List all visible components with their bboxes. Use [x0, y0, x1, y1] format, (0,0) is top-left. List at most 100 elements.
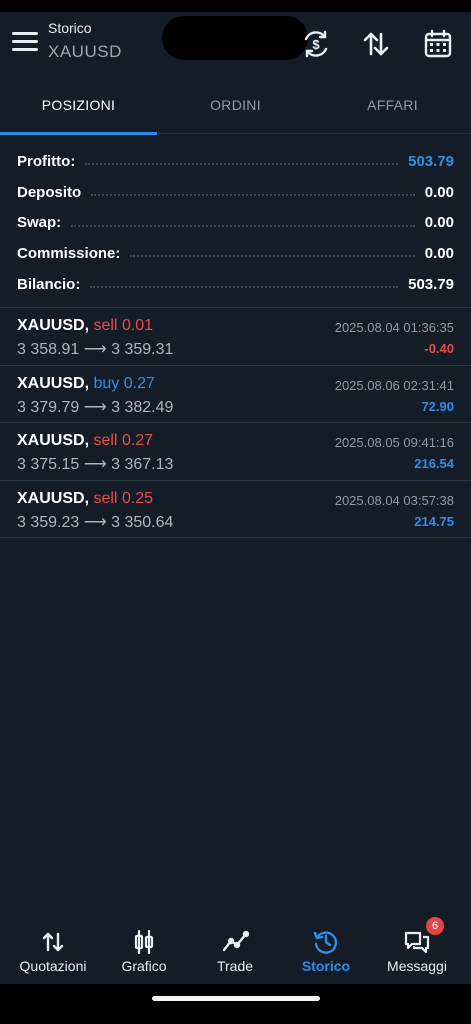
trade-row[interactable]: XAUUSD, sell 0.25 3 359.23 ⟶ 3 350.64 20… [0, 481, 471, 538]
tab-label: AFFARI [367, 97, 418, 113]
trade-symbol: XAUUSD, [17, 374, 90, 392]
summary-row-bilancio: Bilancio: 503.79 [0, 269, 471, 300]
trade-list: XAUUSD, sell 0.01 3 358.91 ⟶ 3 359.31 20… [0, 308, 471, 538]
summary-row-commissione: Commissione: 0.00 [0, 238, 471, 269]
trade-volume: 0.25 [121, 489, 154, 507]
open-price: 3 358.91 [17, 341, 80, 358]
trend-line-icon [221, 928, 250, 956]
trade-symbol: XAUUSD, [17, 432, 90, 449]
currency-exchange-icon[interactable]: $ [300, 28, 332, 60]
trade-side: sell [93, 432, 118, 449]
home-indicator[interactable] [152, 996, 320, 1001]
tab-affari[interactable]: AFFARI [314, 88, 471, 134]
nav-label: Quotazioni [19, 958, 87, 974]
hamburger-menu-icon[interactable] [12, 32, 38, 54]
tab-label: POSIZIONI [41, 97, 116, 113]
nav-quotazioni[interactable]: Quotazioni [6, 912, 100, 984]
trade-datetime: 2025.08.04 01:36:35 [334, 320, 454, 335]
trade-datetime: 2025.08.04 03:57:38 [334, 492, 454, 508]
tab-ordini[interactable]: ORDINI [157, 88, 314, 134]
trade-row[interactable]: XAUUSD, buy 0.27 3 379.79 ⟶ 3 382.49 202… [0, 366, 471, 423]
trade-profit: 72.90 [421, 398, 454, 414]
arrow-right-icon: ⟶ [83, 398, 107, 416]
open-price: 3 379.79 [17, 398, 80, 416]
summary-row-profitto: Profitto: 503.79 [0, 146, 471, 177]
dotted-leader [71, 224, 415, 227]
up-down-arrows-icon [39, 928, 67, 956]
summary-value: 0.00 [424, 183, 454, 201]
candlestick-icon [130, 928, 158, 956]
trade-title: XAUUSD, buy 0.27 [17, 375, 155, 393]
trade-prices: 3 358.91 ⟶ 3 359.31 [17, 339, 173, 359]
history-tabs: POSIZIONI ORDINI AFFARI [0, 88, 471, 135]
calendar-icon[interactable] [422, 28, 454, 60]
summary-label: Deposito [17, 183, 82, 201]
section-title: Storico [48, 20, 92, 36]
trade-title: XAUUSD, sell 0.01 [17, 317, 153, 335]
history-icon [312, 928, 340, 956]
dotted-leader [130, 255, 415, 258]
trade-profit: 214.75 [414, 513, 454, 529]
summary-label: Swap: [17, 214, 62, 232]
account-summary: Profitto: 503.79 Deposito 0.00 Swap: 0.0… [0, 146, 471, 299]
trade-prices: 3 379.79 ⟶ 3 382.49 [17, 397, 173, 417]
trade-symbol: XAUUSD, [17, 317, 90, 334]
tab-label: ORDINI [210, 97, 261, 113]
trade-datetime: 2025.08.06 02:31:41 [334, 377, 454, 393]
trade-datetime: 2025.08.05 09:41:16 [334, 435, 454, 450]
nav-messaggi[interactable]: 6 Messaggi [370, 912, 464, 984]
nav-trade[interactable]: Trade [188, 912, 282, 984]
nav-label: Storico [301, 958, 351, 974]
summary-label: Bilancio: [17, 275, 81, 293]
arrow-right-icon: ⟶ [83, 341, 107, 358]
dotted-leader [85, 163, 399, 166]
arrow-right-icon: ⟶ [83, 456, 107, 473]
camera-notch [162, 16, 308, 60]
trade-prices: 3 359.23 ⟶ 3 350.64 [17, 512, 173, 532]
summary-value: 0.00 [424, 244, 454, 262]
summary-value: 503.79 [408, 275, 454, 293]
nav-label: Grafico [121, 958, 167, 974]
close-price: 3 350.64 [111, 513, 174, 531]
nav-label: Trade [216, 958, 254, 974]
trade-volume: 0.27 [121, 432, 154, 449]
open-price: 3 359.23 [17, 513, 80, 531]
app-screen: Storico XAUUSD $ POSIZIONI ORDINI AFFARI… [0, 0, 471, 1024]
trade-title: XAUUSD, sell 0.27 [17, 432, 153, 450]
close-price: 3 382.49 [111, 398, 174, 416]
trade-title: XAUUSD, sell 0.25 [17, 490, 153, 508]
svg-text:$: $ [312, 37, 320, 52]
trade-volume: 0.27 [123, 374, 155, 392]
trade-prices: 3 375.15 ⟶ 3 367.13 [17, 454, 173, 474]
trade-row[interactable]: XAUUSD, sell 0.01 3 358.91 ⟶ 3 359.31 20… [0, 308, 471, 366]
nav-storico[interactable]: Storico [279, 912, 373, 984]
trade-profit: -0.40 [424, 341, 454, 356]
trade-symbol: XAUUSD, [17, 489, 90, 507]
summary-row-swap: Swap: 0.00 [0, 207, 471, 238]
summary-value: 0.00 [424, 214, 454, 232]
nav-grafico[interactable]: Grafico [97, 912, 191, 984]
summary-row-deposito: Deposito 0.00 [0, 177, 471, 208]
open-price: 3 375.15 [17, 456, 80, 473]
trade-side: buy [93, 374, 120, 392]
app-header: Storico XAUUSD $ [0, 12, 471, 88]
home-bar-area [0, 984, 471, 1024]
dotted-leader [90, 286, 399, 289]
summary-label: Profitto: [17, 152, 76, 170]
sort-arrows-icon[interactable] [360, 28, 392, 60]
dotted-leader [91, 194, 415, 197]
status-bar [0, 0, 471, 12]
close-price: 3 367.13 [111, 456, 174, 473]
trade-side: sell [93, 317, 118, 334]
arrow-right-icon: ⟶ [83, 513, 107, 531]
trade-side: sell [93, 489, 118, 507]
nav-label: Messaggi [387, 958, 447, 974]
unread-badge: 6 [426, 917, 444, 935]
trade-profit: 216.54 [414, 456, 454, 471]
symbol-title[interactable]: XAUUSD [48, 42, 122, 62]
summary-label: Commissione: [17, 244, 121, 262]
trade-row[interactable]: XAUUSD, sell 0.27 3 375.15 ⟶ 3 367.13 20… [0, 423, 471, 481]
bottom-navigation: Quotazioni Grafico Trade Storico 6 Messa… [0, 912, 471, 984]
trade-volume: 0.01 [121, 317, 154, 334]
tab-posizioni[interactable]: POSIZIONI [0, 88, 157, 135]
